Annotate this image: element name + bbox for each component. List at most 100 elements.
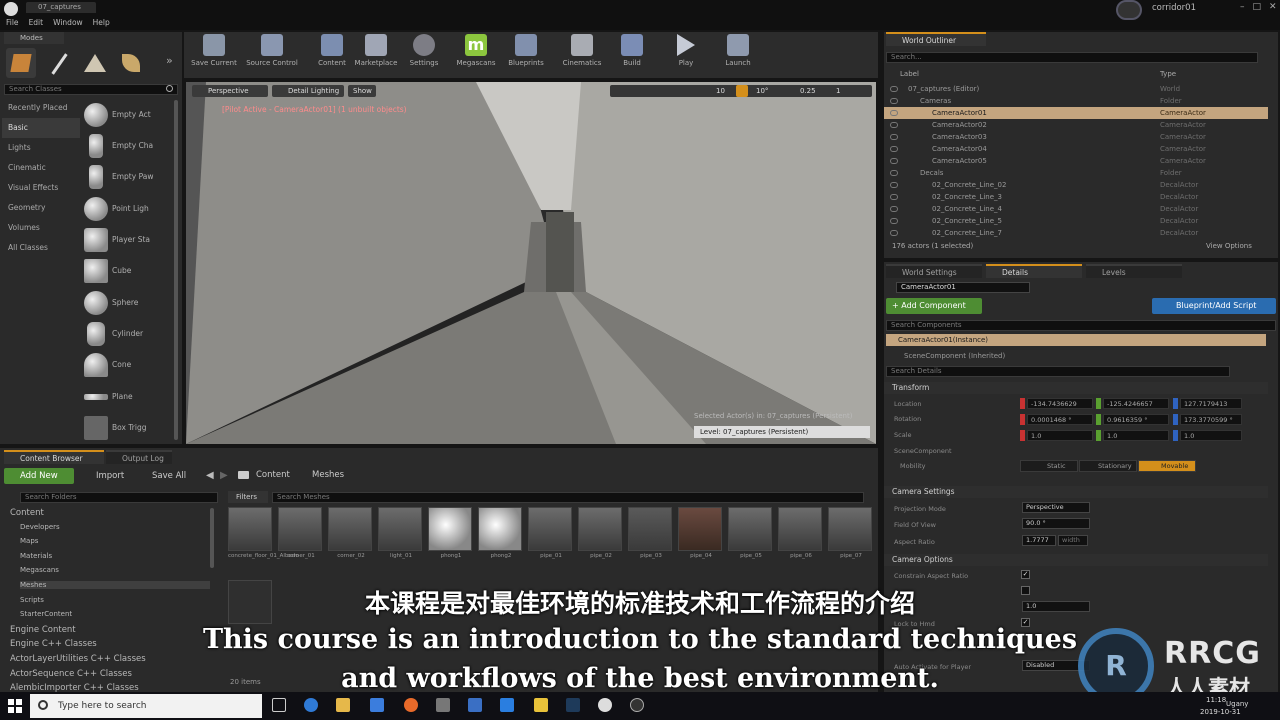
place-item-plane[interactable]: Plane <box>82 382 174 412</box>
search-details-input[interactable]: Search Details <box>886 366 1230 377</box>
blueprints-button[interactable]: Blueprints <box>498 32 554 76</box>
store-icon[interactable] <box>370 698 384 712</box>
modes-tab[interactable]: Modes <box>4 32 64 44</box>
outliner-row[interactable]: CameraActor04 CameraActor <box>884 143 1268 155</box>
forward-arrow-icon[interactable]: ▶ <box>220 470 228 481</box>
actor-name-field[interactable]: CameraActor01 <box>896 282 1030 293</box>
place-item-empty-actor[interactable]: Empty Act <box>82 100 174 130</box>
asset-tile[interactable]: pipe_07 <box>828 507 874 560</box>
launch-button[interactable]: Launch <box>710 32 766 76</box>
outliner-row[interactable]: Decals Folder <box>884 167 1268 179</box>
notes-icon[interactable] <box>534 698 548 712</box>
location-y-input[interactable]: -125.4246657 <box>1103 398 1169 409</box>
scale-z-input[interactable]: 1.0 <box>1180 430 1242 441</box>
mail-icon[interactable] <box>468 698 482 712</box>
folder-item[interactable]: Developers <box>20 523 60 531</box>
menu-edit[interactable]: Edit <box>29 18 44 30</box>
maximize-icon[interactable]: □ <box>1253 2 1262 12</box>
constrain-aspect-checkbox[interactable]: ✓ <box>1021 570 1030 579</box>
category-all-classes[interactable]: All Classes <box>2 238 80 258</box>
eye-icon[interactable] <box>890 146 898 152</box>
blueprint-add-script-button[interactable]: Blueprint/Add Script <box>1152 298 1276 314</box>
modes-search-input[interactable]: Search Classes <box>4 84 178 95</box>
place-mode-icon[interactable] <box>6 48 36 78</box>
tab-content-browser[interactable]: Content Browser <box>4 450 104 464</box>
menu-window[interactable]: Window <box>53 18 83 30</box>
menu-help[interactable]: Help <box>93 18 110 30</box>
mobility-static-button[interactable]: Static <box>1020 460 1078 472</box>
place-item-cylinder[interactable]: Cylinder <box>82 319 174 349</box>
tab-details[interactable]: Details <box>986 264 1082 278</box>
asset-tile[interactable]: light_01 <box>378 507 424 560</box>
scale-snap-value[interactable]: 0.25 <box>800 85 816 97</box>
angle-snap-icon[interactable] <box>736 85 748 97</box>
task-view-icon[interactable] <box>272 698 286 712</box>
transform-section[interactable]: Transform <box>884 382 1268 394</box>
asset-tile[interactable]: pipe_03 <box>628 507 674 560</box>
modes-scrollbar[interactable] <box>174 100 178 440</box>
eye-icon[interactable] <box>890 122 898 128</box>
edge-icon[interactable] <box>304 698 318 712</box>
component-instance-row[interactable]: CameraActor01(Instance) <box>886 334 1266 346</box>
projection-mode-select[interactable]: Perspective <box>1022 502 1090 513</box>
outliner-search-input[interactable]: Search... <box>886 52 1258 63</box>
outliner-row[interactable]: Cameras Folder <box>884 95 1268 107</box>
tab-output-log[interactable]: Output Log <box>106 450 172 464</box>
eye-icon[interactable] <box>890 206 898 212</box>
place-item-empty-pawn[interactable]: Empty Paw <box>82 162 174 192</box>
aspect-ratio-input[interactable]: 1.7777 <box>1022 535 1056 546</box>
asset-tile[interactable]: corner_01 <box>278 507 324 560</box>
add-new-button[interactable]: Add New <box>4 468 74 484</box>
eye-icon[interactable] <box>890 110 898 116</box>
outliner-row[interactable]: 02_Concrete_Line_02 DecalActor <box>884 179 1268 191</box>
location-x-input[interactable]: -134.7436629 <box>1027 398 1093 409</box>
more-modes-icon[interactable]: » <box>166 54 173 67</box>
place-item-point-light[interactable]: Point Ligh <box>82 194 174 224</box>
view-options-button[interactable]: View Options <box>1206 242 1252 250</box>
perspective-button[interactable]: Perspective <box>192 85 268 97</box>
breadcrumb-content[interactable]: Content <box>256 470 290 480</box>
place-item-cube[interactable]: Cube <box>82 256 174 286</box>
asset-tile[interactable]: concrete_floor_01_Albedo <box>228 507 299 560</box>
grid-snap-value[interactable]: 10 <box>716 85 725 97</box>
breadcrumb-meshes[interactable]: Meshes <box>312 470 344 480</box>
level-tab[interactable]: 07_captures <box>26 2 96 13</box>
asset-tile[interactable]: pipe_02 <box>578 507 624 560</box>
close-icon[interactable]: ✕ <box>1269 2 1277 12</box>
asset-tile[interactable]: pipe_06 <box>778 507 824 560</box>
place-item-cone[interactable]: Cone <box>82 350 174 380</box>
source-control-button[interactable]: Source Control <box>244 32 300 76</box>
eye-icon[interactable] <box>890 158 898 164</box>
unreal-engine-icon[interactable] <box>598 698 612 712</box>
play-button[interactable]: Play <box>658 32 714 76</box>
rotation-x-input[interactable]: 0.0001468 ° <box>1027 414 1093 425</box>
obs-icon[interactable] <box>630 698 644 712</box>
dropbox-icon[interactable] <box>500 698 514 712</box>
category-recently-placed[interactable]: Recently Placed <box>2 98 80 118</box>
search-folders-input[interactable]: Search Folders <box>20 492 218 503</box>
eye-icon[interactable] <box>890 218 898 224</box>
build-button[interactable]: Build <box>604 32 660 76</box>
search-components-input[interactable]: Search Components <box>886 320 1276 331</box>
megascans-button[interactable]: m Megascans <box>448 32 504 76</box>
folder-item[interactable]: Content <box>10 508 44 518</box>
category-basic[interactable]: Basic <box>2 118 80 138</box>
category-visual-effects[interactable]: Visual Effects <box>2 178 80 198</box>
angle-snap-value[interactable]: 10° <box>756 85 768 97</box>
asset-tile[interactable]: pipe_04 <box>678 507 724 560</box>
minimize-icon[interactable]: – <box>1240 2 1245 12</box>
place-item-player-start[interactable]: Player Sta <box>82 225 174 255</box>
eye-icon[interactable] <box>890 134 898 140</box>
place-item-sphere[interactable]: Sphere <box>82 288 174 318</box>
category-cinematic[interactable]: Cinematic <box>2 158 80 178</box>
photoshop-icon[interactable] <box>566 698 580 712</box>
search-meshes-input[interactable]: Search Meshes <box>272 492 864 503</box>
place-item-box-trigger[interactable]: Box Trigg <box>82 413 174 443</box>
folder-item[interactable]: Megascans <box>20 566 59 574</box>
menu-file[interactable]: File <box>6 18 19 30</box>
scale-y-input[interactable]: 1.0 <box>1103 430 1169 441</box>
asset-tile[interactable]: phong2 <box>478 507 524 560</box>
eye-icon[interactable] <box>890 86 898 92</box>
folder-item[interactable]: Materials <box>20 552 52 560</box>
outliner-row[interactable]: 07_captures (Editor) World <box>884 83 1268 95</box>
